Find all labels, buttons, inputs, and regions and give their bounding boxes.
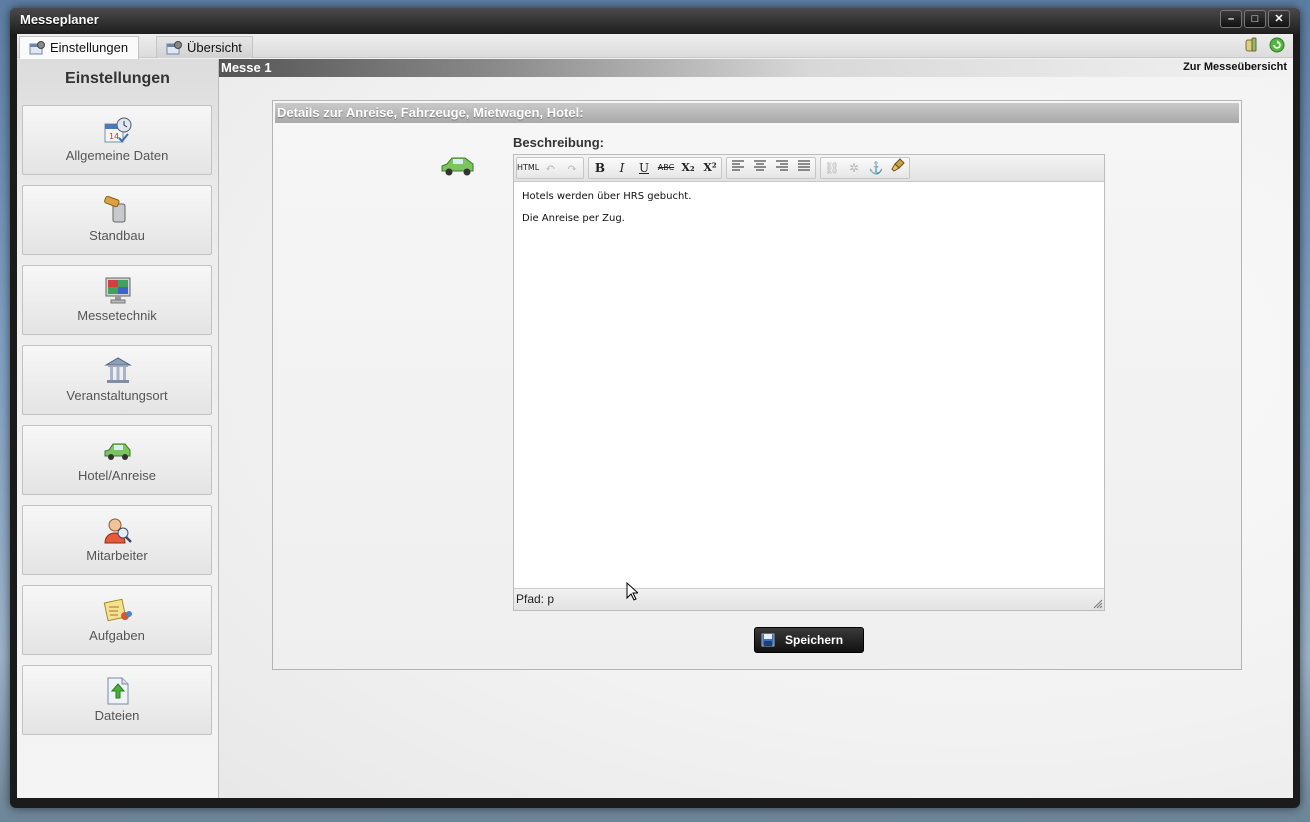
sidebar-item-standbau[interactable]: Standbau (22, 185, 212, 255)
sidebar-item-dateien[interactable]: Dateien (22, 665, 212, 735)
app-window: Messeplaner – □ ✕ Einstellungen Übersich… (10, 8, 1300, 808)
sidebar-item-label: Messetechnik (77, 308, 157, 323)
tab-label: Einstellungen (50, 40, 129, 55)
tasks-icon (103, 598, 132, 622)
calendar-clock-icon: 14 (104, 117, 132, 143)
sidebar: Einstellungen 14 Allgemeine Daten Standb… (17, 59, 219, 798)
toolbar-group-format: B I U ABC X₂ X² (588, 157, 722, 179)
toolbar-group-align (726, 157, 816, 179)
svg-text:14: 14 (109, 132, 119, 141)
sidebar-title: Einstellungen (65, 70, 170, 87)
panel-title: Details zur Anreise, Fahrzeuge, Mietwage… (275, 103, 1239, 123)
car-icon (441, 157, 474, 176)
save-button[interactable]: Speichern (754, 627, 864, 653)
anchor-icon[interactable]: ⚓ (865, 158, 887, 178)
client-area: Einstellungen Übersicht Einstellungen 14… (17, 34, 1293, 798)
bold-button[interactable]: B (589, 158, 611, 178)
maximize-button[interactable]: □ (1244, 10, 1266, 28)
sidebar-item-aufgaben[interactable]: Aufgaben (22, 585, 212, 655)
minimize-button[interactable]: – (1220, 10, 1242, 28)
editor-line: Die Anreise per Zug. (522, 213, 625, 224)
path-label: Pfad: p (516, 592, 555, 606)
tab-label: Übersicht (187, 40, 242, 55)
sidebar-item-veranstaltungsort[interactable]: Veranstaltungsort (22, 345, 212, 415)
bag-icon[interactable] (1243, 37, 1259, 53)
user-search-icon (104, 518, 132, 544)
align-left-icon[interactable] (727, 158, 749, 178)
subscript-button[interactable]: X₂ (677, 158, 699, 178)
hammer-icon (104, 196, 126, 223)
sidebar-item-label: Aufgaben (89, 628, 145, 643)
sidebar-item-messetechnik[interactable]: Messetechnik (22, 265, 212, 335)
cleanup-brush-icon[interactable] (887, 158, 909, 178)
main-header: Messe 1 Zur Messeübersicht (219, 59, 1293, 77)
sidebar-item-mitarbeiter[interactable]: Mitarbeiter (22, 505, 212, 575)
link-icon[interactable]: ⛓ (821, 158, 843, 178)
window-title: Messeplaner (20, 12, 99, 27)
italic-button[interactable]: I (611, 158, 633, 178)
align-right-icon[interactable] (771, 158, 793, 178)
resize-grip-icon[interactable] (1093, 599, 1103, 609)
settings-tab-icon (29, 41, 45, 55)
sidebar-item-allgemeine-daten[interactable]: 14 Allgemeine Daten (22, 105, 212, 175)
messe-title: Messe 1 (221, 60, 272, 75)
tray-icons (1243, 37, 1285, 53)
align-center-icon[interactable] (749, 158, 771, 178)
tab-bar: Einstellungen Übersicht (17, 34, 1293, 59)
superscript-button[interactable]: X² (699, 158, 721, 178)
editor-path-bar: Pfad: p (514, 588, 1104, 610)
sidebar-item-label: Allgemeine Daten (65, 148, 169, 163)
underline-button[interactable]: U (633, 158, 655, 178)
sidebar-item-label: Mitarbeiter (86, 548, 148, 563)
unlink-icon[interactable]: ✲ (843, 158, 865, 178)
back-to-overview-link[interactable]: Zur Messeübersicht (1183, 61, 1287, 73)
html-button[interactable]: HTML (517, 158, 539, 178)
window-controls: – □ ✕ (1220, 10, 1290, 28)
toolbar-group-link: ⛓ ✲ ⚓ (820, 157, 910, 179)
car-icon (104, 443, 131, 460)
sidebar-item-hotel-anreise[interactable]: Hotel/Anreise (22, 425, 212, 495)
sidebar-item-label: Standbau (89, 228, 145, 243)
building-icon (104, 357, 132, 383)
description-label: Beschreibung: (513, 135, 605, 150)
toolbar-group-history: HTML ↶ ↷ (516, 157, 584, 179)
close-button[interactable]: ✕ (1268, 10, 1290, 28)
sidebar-item-label: Veranstaltungsort (66, 388, 168, 403)
overview-tab-icon (166, 41, 182, 55)
refresh-icon[interactable] (1269, 37, 1285, 53)
file-upload-icon (107, 677, 129, 705)
strikethrough-button[interactable]: ABC (655, 158, 677, 178)
monitor-icon (105, 277, 131, 304)
main-content: Messe 1 Zur Messeübersicht Details zur A… (219, 59, 1293, 798)
tab-uebersicht[interactable]: Übersicht (156, 36, 253, 58)
details-panel: Details zur Anreise, Fahrzeuge, Mietwage… (272, 100, 1242, 670)
title-bar[interactable]: Messeplaner – □ ✕ (10, 8, 1300, 34)
save-label: Speichern (785, 633, 844, 647)
sidebar-item-label: Hotel/Anreise (77, 468, 157, 483)
editor-content[interactable]: Hotels werden über HRS gebucht. Die Anre… (522, 191, 1096, 235)
tab-einstellungen[interactable]: Einstellungen (19, 36, 140, 59)
rich-text-editor[interactable]: HTML ↶ ↷ B I U ABC X₂ X² ⛓ ✲ ⚓ Hotels we… (513, 154, 1105, 611)
undo-icon[interactable]: ↶ (539, 158, 561, 178)
sidebar-item-label: Dateien (94, 708, 140, 723)
redo-icon[interactable]: ↷ (561, 158, 583, 178)
editor-line: Hotels werden über HRS gebucht. (522, 191, 692, 202)
floppy-disk-icon (761, 633, 775, 647)
mouse-cursor-icon (626, 582, 638, 601)
editor-toolbar: HTML ↶ ↷ B I U ABC X₂ X² ⛓ ✲ ⚓ (514, 155, 1104, 182)
align-justify-icon[interactable] (793, 158, 815, 178)
